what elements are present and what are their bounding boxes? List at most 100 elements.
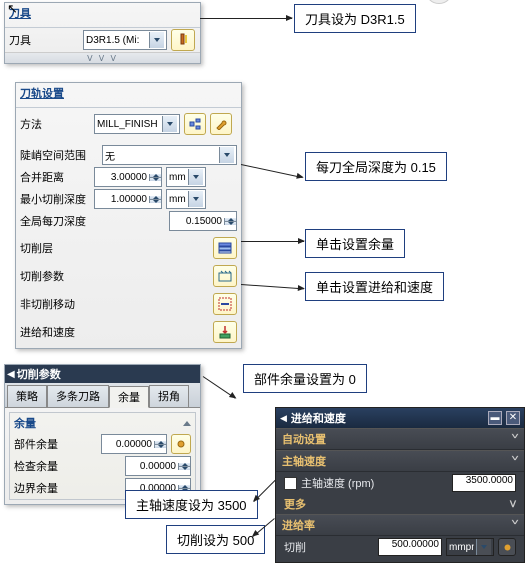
panel2-header: 刀轨设置 bbox=[16, 83, 241, 108]
feedspeed-label: 进给和速度 bbox=[20, 324, 90, 340]
method-dropdown[interactable]: MILL_FINISH bbox=[94, 114, 180, 134]
merge-input[interactable]: 3.00000 bbox=[94, 167, 162, 187]
method-label: 方法 bbox=[20, 116, 90, 132]
cutlevel-button[interactable] bbox=[213, 237, 237, 259]
chevron-down-icon[interactable] bbox=[149, 32, 164, 48]
tool-edit-button[interactable] bbox=[171, 29, 195, 51]
leader-line bbox=[200, 18, 292, 19]
checkstock-value: 0.00000 bbox=[126, 461, 178, 472]
chevron-down-icon[interactable] bbox=[219, 147, 234, 163]
method-wrench-button[interactable] bbox=[210, 113, 232, 135]
globaldepth-label: 全局每刀深度 bbox=[20, 213, 110, 229]
merge-unit-text: mm bbox=[169, 172, 186, 183]
panel3-title: 切削参数 bbox=[17, 366, 61, 382]
merge-value: 3.00000 bbox=[95, 172, 149, 183]
chevron-down-icon[interactable] bbox=[188, 191, 203, 207]
window-minimize-icon[interactable]: ▬ bbox=[488, 411, 502, 425]
partstock-input[interactable]: 0.00000 bbox=[101, 434, 167, 454]
partstock-inherit-button[interactable] bbox=[171, 434, 191, 454]
steep-dropdown[interactable]: 无 bbox=[102, 145, 237, 165]
tab-multipass[interactable]: 多条刀路 bbox=[47, 385, 109, 407]
chevron-down-icon[interactable] bbox=[162, 116, 177, 132]
noncut-button[interactable] bbox=[213, 293, 237, 315]
cut-label: 切削 bbox=[284, 539, 324, 555]
mincut-unit-text: mm bbox=[169, 194, 186, 205]
more-label[interactable]: 更多 bbox=[284, 496, 306, 512]
cut-inherit-button[interactable] bbox=[498, 538, 516, 556]
spin-down-icon[interactable] bbox=[149, 178, 161, 181]
cut-unit-text: mmpm bbox=[449, 542, 474, 553]
back-icon[interactable]: ◀ bbox=[280, 413, 287, 424]
mincut-label: 最小切削深度 bbox=[20, 191, 90, 207]
inherit-icon bbox=[176, 439, 186, 449]
feedspeed-title: 进给和速度 bbox=[291, 410, 346, 426]
spindle-checkbox[interactable] bbox=[284, 477, 297, 490]
globaldepth-input[interactable]: 0.15000 bbox=[169, 211, 237, 231]
cut-unit-dropdown[interactable]: mmpm bbox=[446, 538, 494, 556]
feed-section[interactable]: 进给率 bbox=[276, 514, 524, 536]
feedspeed-button[interactable] bbox=[213, 321, 237, 343]
steep-label: 陡峭空间范围 bbox=[20, 147, 98, 163]
spin-down-icon[interactable] bbox=[154, 445, 166, 448]
cut-value: 500.00000 bbox=[392, 539, 439, 550]
leader-line bbox=[203, 376, 236, 399]
callout-partstock: 部件余量设置为 0 bbox=[243, 364, 367, 393]
wechat-icon: ✉ bbox=[425, 0, 453, 4]
spindle-section[interactable]: 主轴速度 bbox=[276, 450, 524, 472]
watermark: ✉ UG数控编程 bbox=[425, 0, 531, 4]
tab-strategy[interactable]: 策略 bbox=[7, 385, 47, 407]
chevron-down-icon[interactable] bbox=[188, 169, 203, 185]
tab-stock[interactable]: 余量 bbox=[109, 386, 149, 408]
back-icon[interactable]: ◀ bbox=[7, 369, 15, 380]
method-dropdown-text: MILL_FINISH bbox=[97, 119, 160, 130]
mincut-input[interactable]: 1.00000 bbox=[94, 189, 162, 209]
leader-line bbox=[241, 284, 304, 289]
leader-line bbox=[241, 241, 304, 242]
spin-down-icon[interactable] bbox=[149, 200, 161, 203]
cursor-icon: ↖ bbox=[7, 1, 18, 17]
auto-section[interactable]: 自动设置 bbox=[276, 428, 524, 450]
method-prop-button[interactable] bbox=[184, 113, 206, 135]
bndstock-label: 边界余量 bbox=[14, 480, 72, 496]
cut-input[interactable]: 500.00000 bbox=[378, 538, 442, 556]
spin-down-icon[interactable] bbox=[178, 467, 190, 470]
cutparam-button[interactable] bbox=[213, 265, 237, 287]
leader-line bbox=[241, 164, 303, 178]
spindle-value: 3500.0000 bbox=[466, 475, 513, 486]
feedspeed-dialog-header: ◀ 进给和速度 ▬ ✕ bbox=[276, 408, 524, 428]
merge-unit-dropdown[interactable]: mm bbox=[166, 167, 206, 187]
chevron-down-icon[interactable]: ᐯ bbox=[510, 499, 516, 510]
partstock-label: 部件余量 bbox=[14, 436, 72, 452]
feedspeed-icon bbox=[218, 325, 232, 339]
partstock-value: 0.00000 bbox=[102, 439, 154, 450]
stock-group-header[interactable]: 余量 bbox=[10, 413, 195, 433]
params-icon bbox=[218, 269, 232, 283]
checkstock-input[interactable]: 0.00000 bbox=[125, 456, 191, 476]
tool-dropdown-text: D3R1.5 (Mi: bbox=[86, 35, 147, 46]
wrench-icon bbox=[215, 118, 227, 130]
spindle-input[interactable]: 3500.0000 bbox=[452, 474, 516, 492]
chevron-down-icon[interactable] bbox=[476, 539, 491, 555]
cutlevel-label: 切削层 bbox=[20, 240, 90, 256]
mincut-value: 1.00000 bbox=[95, 194, 149, 205]
callout-stock: 单击设置余量 bbox=[305, 229, 405, 258]
noncut-icon bbox=[218, 297, 232, 311]
tab-corner[interactable]: 拐角 bbox=[149, 385, 189, 407]
tool-label: 刀具 bbox=[9, 32, 79, 48]
spindle-label: 主轴速度 (rpm) bbox=[301, 475, 448, 491]
merge-label: 合并距离 bbox=[20, 169, 90, 185]
tool-icon bbox=[176, 33, 190, 47]
collapse-handle[interactable]: ᐯ ᐯ ᐯ bbox=[5, 52, 200, 63]
callout-spindle: 主轴速度设为 3500 bbox=[125, 490, 258, 519]
inherit-icon bbox=[503, 543, 512, 552]
globaldepth-value: 0.15000 bbox=[170, 216, 224, 227]
noncut-label: 非切削移动 bbox=[20, 296, 90, 312]
window-close-icon[interactable]: ✕ bbox=[506, 411, 520, 425]
mincut-unit-dropdown[interactable]: mm bbox=[166, 189, 206, 209]
tool-dropdown[interactable]: D3R1.5 (Mi: bbox=[83, 30, 167, 50]
callout-depth: 每刀全局深度为 0.15 bbox=[305, 152, 447, 181]
spin-down-icon[interactable] bbox=[224, 222, 236, 225]
steep-dropdown-text: 无 bbox=[105, 148, 217, 163]
panel1-header: 刀具 bbox=[5, 3, 200, 28]
callout-tool: 刀具设为 D3R1.5 bbox=[294, 4, 416, 33]
